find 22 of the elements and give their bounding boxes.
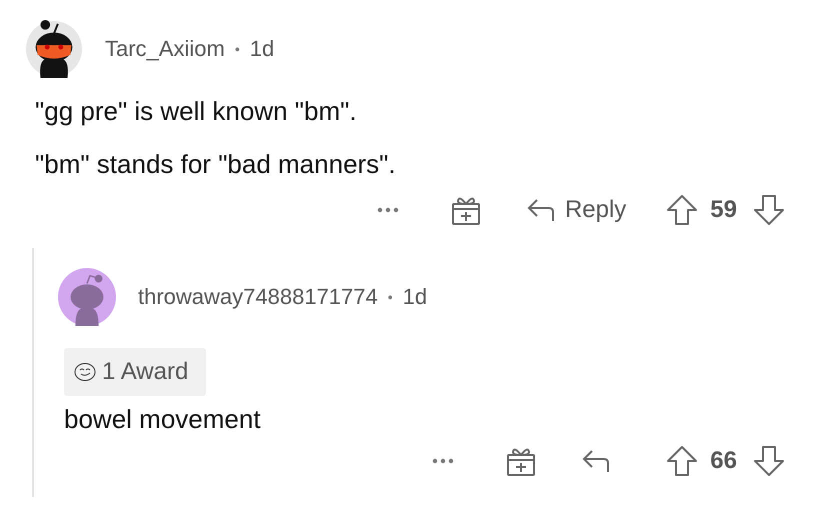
avatar-icon[interactable] <box>25 20 83 78</box>
downvote-icon[interactable] <box>753 194 785 226</box>
separator-dot: • <box>388 289 393 305</box>
upvote-icon[interactable] <box>666 194 698 226</box>
username[interactable]: throwaway74888171774 <box>138 284 378 310</box>
timestamp: 1d <box>250 36 274 62</box>
comment-text: "bm" stands for "bad manners". <box>35 149 397 180</box>
comment-text: bowel movement <box>64 404 262 435</box>
award-icon <box>74 362 96 382</box>
timestamp: 1d <box>402 284 428 310</box>
comment-text: "gg pre" is well known "bm". <box>35 96 358 127</box>
reply-icon <box>526 198 557 222</box>
more-icon[interactable] <box>432 458 454 464</box>
downvote-icon[interactable] <box>753 445 785 477</box>
upvote-icon[interactable] <box>666 445 698 477</box>
vote-count: 59 <box>710 196 737 224</box>
vote-count: 66 <box>710 447 737 475</box>
username[interactable]: Tarc_Axiiom <box>105 36 225 62</box>
separator-dot: • <box>234 41 240 57</box>
reply-button[interactable]: Reply <box>526 196 626 224</box>
more-icon[interactable] <box>376 207 399 213</box>
award-badge[interactable]: 1 Award <box>64 348 206 396</box>
